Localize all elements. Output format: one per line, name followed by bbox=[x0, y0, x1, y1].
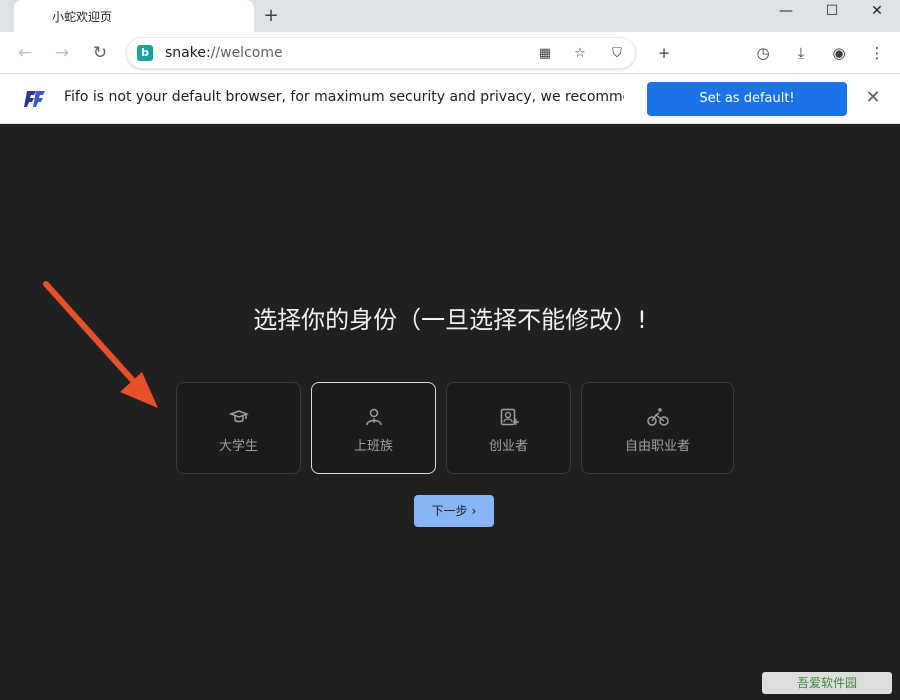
fifo-logo-icon bbox=[24, 91, 45, 107]
graduation-cap-icon bbox=[177, 407, 300, 427]
star-icon[interactable]: ☆ bbox=[570, 44, 590, 64]
toolbar: ← → ↻ b snake://welcome ▦ ☆ ⛉ + ◷ ⤓ ◉ ⋮ bbox=[0, 32, 900, 74]
maximize-button[interactable]: ☐ bbox=[809, 0, 855, 24]
annotation-arrow-icon bbox=[43, 281, 158, 408]
shield-icon[interactable]: ⛉ bbox=[607, 44, 627, 64]
forward-icon[interactable]: → bbox=[49, 40, 75, 66]
identity-card-student[interactable]: 大学生 bbox=[176, 382, 301, 474]
identity-card-freelancer[interactable]: 自由职业者 bbox=[581, 382, 734, 474]
card-label: 上班族 bbox=[353, 439, 393, 454]
title-bar: 小蛇欢迎页 + — ☐ ✕ bbox=[0, 0, 900, 32]
back-icon[interactable]: ← bbox=[12, 40, 38, 66]
tab-title: 小蛇欢迎页 bbox=[52, 10, 113, 24]
close-window-button[interactable]: ✕ bbox=[854, 0, 900, 24]
next-step-button[interactable]: 下一步 › bbox=[414, 495, 494, 527]
person-icon bbox=[312, 407, 435, 427]
address-bar[interactable]: b snake://welcome ▦ ☆ ⛉ bbox=[126, 37, 636, 69]
history-icon[interactable]: ◷ bbox=[751, 41, 775, 65]
chevron-right-icon: › bbox=[471, 504, 477, 518]
minimize-button[interactable]: — bbox=[763, 0, 809, 24]
download-icon[interactable]: ⤓ bbox=[789, 41, 813, 65]
card-label: 创业者 bbox=[488, 439, 528, 454]
tab-welcome[interactable]: 小蛇欢迎页 bbox=[14, 0, 254, 32]
bicycle-icon bbox=[582, 407, 733, 427]
url-text: snake://welcome bbox=[165, 45, 283, 61]
identity-card-entrepreneur[interactable]: 创业者 bbox=[446, 382, 571, 474]
watermark: 吾爱软件园 bbox=[762, 672, 892, 694]
menu-icon[interactable]: ⋮ bbox=[865, 41, 889, 65]
default-browser-infobar: Fifo is not your default browser, for ma… bbox=[0, 74, 900, 124]
close-icon[interactable]: ✕ bbox=[862, 87, 884, 109]
set-default-button[interactable]: Set as default! bbox=[647, 82, 847, 116]
person-card-icon bbox=[447, 407, 570, 427]
site-favicon-icon: b bbox=[137, 45, 153, 61]
card-label: 大学生 bbox=[218, 439, 258, 454]
identity-card-office-worker[interactable]: 上班族 bbox=[311, 382, 436, 474]
reload-icon[interactable]: ↻ bbox=[87, 40, 113, 66]
card-label: 自由职业者 bbox=[624, 439, 690, 454]
add-icon[interactable]: + bbox=[652, 41, 676, 65]
new-tab-button[interactable]: + bbox=[260, 5, 282, 27]
qr-code-icon[interactable]: ▦ bbox=[535, 44, 555, 64]
next-step-label: 下一步 bbox=[431, 504, 468, 518]
infobar-message: Fifo is not your default browser, for ma… bbox=[64, 89, 624, 105]
profile-icon[interactable]: ◉ bbox=[827, 41, 851, 65]
